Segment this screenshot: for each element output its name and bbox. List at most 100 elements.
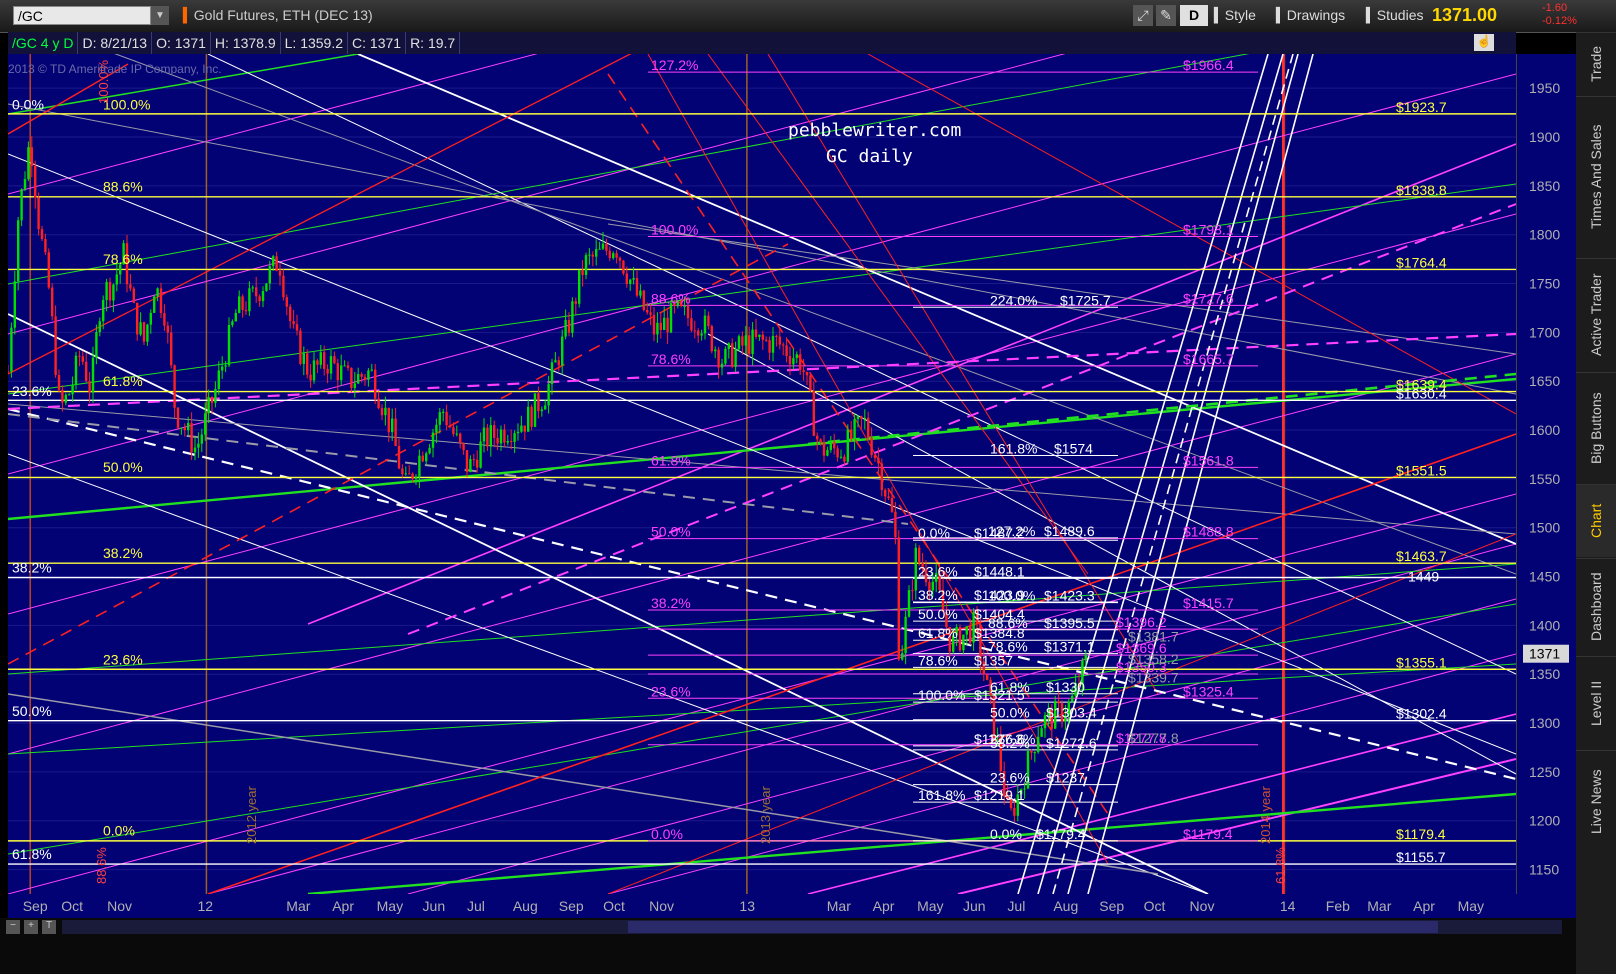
candle-body <box>387 407 390 433</box>
fib-label-white: $1725.7 <box>1060 292 1111 308</box>
candle-body <box>897 537 900 660</box>
level-label-white: $1302.4 <box>1396 706 1447 722</box>
candle-body <box>326 368 329 374</box>
candle-body <box>394 418 397 446</box>
candle-body <box>105 281 108 301</box>
candle-body <box>374 369 377 399</box>
candle-body <box>343 365 346 367</box>
candle-body <box>357 374 360 384</box>
candle-body <box>465 450 469 472</box>
trend-line <box>8 183 1516 395</box>
candle-body <box>561 336 564 366</box>
candle-body <box>159 288 163 314</box>
candle-body <box>27 147 30 180</box>
fib-label-white: 23.6% <box>918 563 958 579</box>
sidebar-tab-active-trader[interactable]: Active Trader <box>1576 258 1616 371</box>
candle-body <box>47 252 50 288</box>
text-tool-icon[interactable]: T <box>42 920 56 934</box>
sidebar-tab-big-buttons[interactable]: Big Buttons <box>1576 372 1616 483</box>
candle-body <box>901 653 904 660</box>
candle-body <box>792 358 795 365</box>
fib-label-magenta: 100.0% <box>651 222 698 238</box>
time-tick-label: Nov <box>107 898 132 914</box>
level-label-white: $1155.7 <box>1396 849 1446 865</box>
trend-line <box>307 792 1516 894</box>
candle-body <box>8 371 10 373</box>
time-axis[interactable]: Sep Oct Nov 12 Mar Apr May Jun Jul Aug Sep Oct Nov 13… <box>8 894 1576 918</box>
candle-body <box>37 197 40 230</box>
fib-label-white: 23.6% <box>990 770 1030 786</box>
scrollbar-thumb[interactable] <box>628 921 1438 933</box>
candle-body <box>574 301 577 304</box>
fib-label-white: $1321.5 <box>974 687 1025 703</box>
drawings-button[interactable]: ▍Drawings <box>1276 5 1345 26</box>
price-tick-label: 1700 <box>1529 324 1560 340</box>
link-icon[interactable]: ⤢ <box>1133 5 1153 26</box>
price-chart[interactable]: $1923.7$1838.8$1764.4$1639.4$1551.5$1463… <box>8 54 1516 894</box>
chevron-down-icon[interactable]: ▼ <box>151 6 169 25</box>
candle-body <box>316 360 319 365</box>
style-icon: ▍ <box>1214 7 1225 23</box>
fib-label-magenta: $1665.7 <box>1183 351 1234 367</box>
time-tick-label: Nov <box>1190 898 1215 914</box>
vertical-label: 2014 year <box>1258 786 1273 844</box>
fib-label-left: 50.0% <box>12 703 52 719</box>
candle-body <box>873 455 877 459</box>
candle-body <box>731 343 734 367</box>
candle-body <box>289 306 292 322</box>
studies-button[interactable]: ▍Studies <box>1366 5 1423 26</box>
style-button[interactable]: ▍Style <box>1214 5 1256 26</box>
horizontal-scrollbar[interactable] <box>62 920 1562 934</box>
time-tick-label: Feb <box>1326 898 1350 914</box>
candle-body <box>782 344 785 346</box>
chart-symbol-period[interactable]: /GC 4 y D <box>8 32 79 54</box>
rising-channel-line <box>1067 54 1299 894</box>
candle-body <box>272 256 275 267</box>
candle-body <box>646 309 649 313</box>
symbol-input[interactable]: /GC <box>13 6 151 25</box>
candle-body <box>418 455 421 478</box>
level-label-yellow: $1764.4 <box>1396 254 1447 270</box>
candle-body <box>459 433 462 444</box>
copyright-notice: 2013 © TD Ameritrade IP Company, Inc. <box>8 62 222 76</box>
candle-body <box>1057 701 1060 704</box>
sidebar-tab-trade[interactable]: Trade <box>1576 32 1616 95</box>
candle-body <box>656 322 659 335</box>
aggregation-button[interactable]: D <box>1180 5 1208 26</box>
zoom-in-icon[interactable]: + <box>24 920 38 934</box>
sidebar-tab-times-and-sales[interactable]: Times And Sales <box>1576 96 1616 257</box>
sidebar-tab-dashboard[interactable]: Dashboard <box>1576 558 1616 655</box>
candle-body <box>68 394 71 396</box>
candle-body <box>149 312 152 325</box>
fib-label-magenta: 23.6% <box>651 683 691 699</box>
candle-body <box>248 288 251 312</box>
sidebar-tab-level-ii[interactable]: Level II <box>1576 656 1616 749</box>
chart-plot-area[interactable]: $1923.7 $1838.8 $1764.4 $1639.4 $1551.5 $1463… <box>8 54 1516 894</box>
candle-body <box>207 397 210 414</box>
candle-body <box>231 321 234 325</box>
dashed-trend-line <box>8 332 1516 411</box>
instrument-title: ▍Gold Futures, ETH (DEC 13) <box>183 7 373 24</box>
candle-body <box>367 370 370 380</box>
sidebar-tab-chart[interactable]: Chart <box>1576 484 1616 557</box>
candle-body <box>34 165 37 198</box>
candle-body <box>666 317 669 333</box>
zoom-out-icon[interactable]: − <box>6 920 20 934</box>
cursor-icon[interactable]: ☝ <box>1474 34 1494 51</box>
candle-body <box>530 406 533 427</box>
fib-label-gray: $1358.2 <box>1128 651 1179 667</box>
candle-body <box>265 283 268 292</box>
candle-body <box>241 296 244 310</box>
candle-body <box>642 290 645 310</box>
candle-body <box>363 376 367 380</box>
candle-body <box>894 511 897 538</box>
sidebar-tab-live-news[interactable]: Live News <box>1576 750 1616 853</box>
pencil-icon[interactable]: ✎ <box>1156 5 1176 26</box>
fib-label-magenta: 0.0% <box>651 826 683 842</box>
candle-body <box>544 405 547 410</box>
candle-body <box>261 291 265 302</box>
price-axis[interactable]: 1150 1200 1250 1300 1350 1400 1450 1500 1550 1600… <box>1516 54 1577 894</box>
price-tick-label: 1300 <box>1529 715 1560 731</box>
candle-body <box>727 343 730 349</box>
candle-body <box>384 407 387 416</box>
